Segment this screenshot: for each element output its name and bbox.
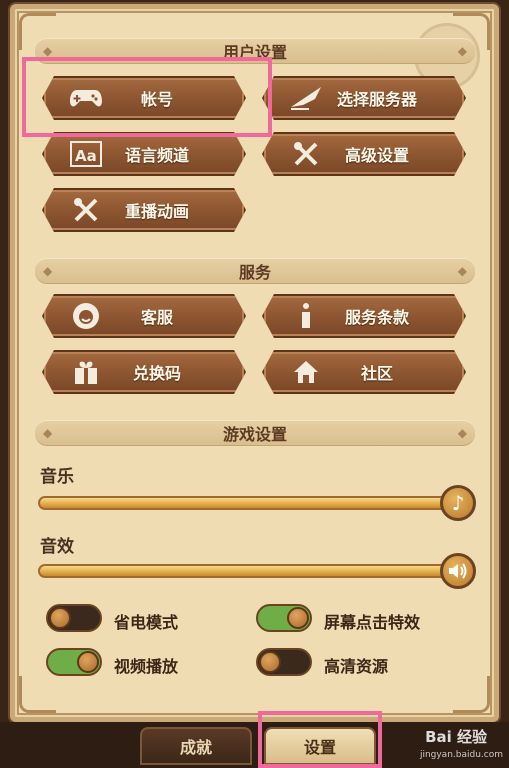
tab-label: 设置 [303,738,336,757]
toggle-label: 高清资源 [324,657,389,676]
button-label: 选择服务器 [336,90,417,109]
watermark-url: jingyan.baidu.com [419,750,503,760]
aa-text-icon: Aa [64,137,108,171]
tab-settings[interactable]: 设置 [264,727,376,765]
section-title: 服务 [238,263,271,282]
tools-icon [284,137,328,171]
toggle-label: 视频播放 [114,657,179,676]
ornament-icon: ◆ [43,426,53,440]
section-title: 游戏设置 [222,425,287,444]
ornament-icon: ◆ [457,426,467,440]
community-button[interactable]: 社区 [262,350,466,394]
frame-corner [453,676,490,713]
toggle-label: 屏幕点击特效 [324,613,421,632]
language-channel-button[interactable]: Aa 语言频道 [42,132,246,176]
ornament-icon: ◆ [457,264,467,278]
account-button[interactable]: 帐号 [42,76,246,120]
terms-of-service-button[interactable]: 服务条款 [262,294,466,338]
frame-corner [19,676,56,713]
customer-service-button[interactable]: 客服 [42,294,246,338]
gift-icon [64,355,108,389]
sfx-label: 音效 [40,537,74,557]
music-label: 音乐 [40,467,74,487]
advanced-settings-button[interactable]: 高级设置 [262,132,466,176]
tab-label: 成就 [179,738,212,757]
hd-resources-toggle[interactable] [256,648,312,676]
music-note-icon[interactable]: ♪ [440,485,476,521]
svg-text:Aa: Aa [75,147,97,165]
button-label: 重播动画 [124,202,189,221]
quill-icon [284,81,328,115]
ornament-icon: ◆ [43,264,53,278]
button-label: 兑换码 [132,364,181,383]
button-label: 社区 [360,364,393,383]
toggle-label: 省电模式 [114,613,179,632]
replay-animation-button[interactable]: 重播动画 [42,188,246,232]
tools-icon [64,193,108,227]
power-saving-toggle[interactable] [46,604,102,632]
headset-icon [64,299,108,333]
button-label: 服务条款 [344,308,409,327]
redeem-code-button[interactable]: 兑换码 [42,350,246,394]
section-title: 用户设置 [222,43,287,62]
home-icon [284,355,328,389]
speaker-icon[interactable] [440,553,476,589]
ornament-icon: ◆ [43,44,53,58]
section-header-game: ◆ 游戏设置 ◆ [35,420,475,446]
button-label: 高级设置 [344,146,409,165]
button-label: 客服 [140,308,173,327]
section-header-service: ◆ 服务 ◆ [35,258,475,284]
section-header-user: ◆ 用户设置 ◆ [35,38,475,64]
tab-achievements[interactable]: 成就 [140,727,252,765]
ornament-icon: ◆ [457,44,467,58]
sfx-slider[interactable] [38,564,458,578]
gamepad-icon [64,81,108,115]
info-icon [284,299,328,333]
video-playback-toggle[interactable] [46,648,102,676]
watermark-logo: Bai 经验 [425,728,487,746]
select-server-button[interactable]: 选择服务器 [262,76,466,120]
button-label: 帐号 [140,90,173,109]
music-slider[interactable] [38,496,458,510]
button-label: 语言频道 [124,146,189,165]
tap-effect-toggle[interactable] [256,604,312,632]
